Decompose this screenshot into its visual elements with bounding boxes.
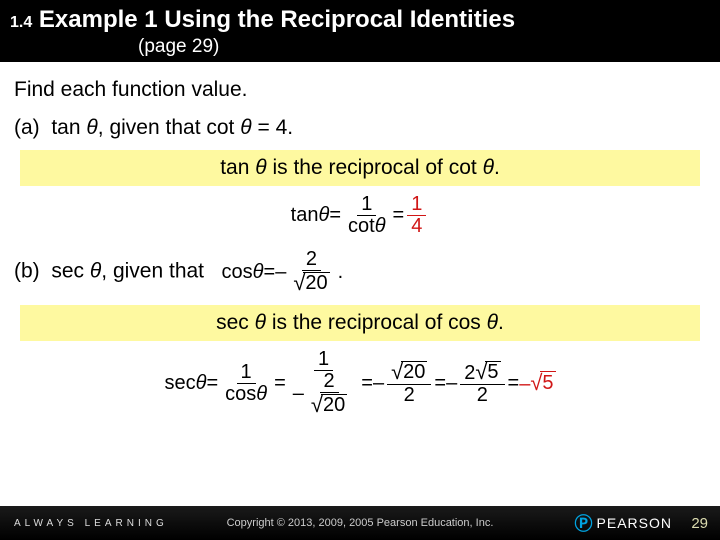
theta: θ	[86, 116, 97, 139]
section-number: 1.4	[10, 14, 32, 31]
page-number: 29	[691, 515, 708, 532]
copyright-text: Copyright © 2013, 2009, 2005 Pearson Edu…	[227, 517, 494, 529]
numerator: 2√5	[460, 360, 504, 385]
radicand: 20	[303, 272, 329, 294]
part-a-after: = 4.	[252, 116, 293, 139]
fraction: 1 cosθ	[221, 362, 271, 405]
negative-sign: –	[293, 382, 304, 404]
part-b: (b) sec θ, given that cosθ = – 2 √20 .	[14, 249, 706, 295]
pearson-logo: Ⓟ PEARSON	[575, 510, 672, 536]
equals: =	[206, 372, 218, 395]
final-result: –√5	[519, 370, 555, 396]
fraction: √20 2	[387, 360, 431, 406]
negative-sign: –	[446, 372, 457, 395]
fraction: 2 √20	[289, 249, 333, 295]
note-a-mid: is the reciprocal of cot	[267, 156, 483, 179]
fraction: 1 cotθ	[344, 194, 390, 237]
negative-sign: –	[275, 261, 286, 284]
inner-num: 2	[320, 371, 339, 393]
theta: θ	[90, 260, 101, 283]
sec-fn: sec	[164, 372, 195, 395]
cot-fn: cot	[348, 215, 375, 237]
slide-content: Find each function value. (a) tan θ, giv…	[0, 62, 720, 417]
radicand: 5	[540, 371, 555, 395]
equals: =	[264, 261, 276, 284]
instruction-text: Find each function value.	[14, 78, 706, 102]
part-b-fn1: sec	[51, 260, 84, 283]
fraction: 2√5 2	[460, 360, 504, 406]
inner-den: √20	[307, 393, 351, 417]
theta: θ	[375, 215, 386, 237]
cos-fn: cos	[225, 383, 256, 405]
fraction-result: 1 4	[407, 194, 426, 237]
negative-sign: –	[519, 373, 530, 395]
theta: θ	[483, 156, 494, 179]
radicand: 20	[321, 394, 347, 416]
slide-title: 1.4 Example 1 Using the Reciprocal Ident…	[10, 6, 710, 34]
tan-fn: tan	[291, 204, 319, 227]
title-text: Using the Reciprocal Identities	[164, 6, 515, 33]
period: .	[338, 261, 344, 284]
part-a-label: (a)	[14, 116, 40, 139]
page-reference: (page 29)	[138, 36, 710, 58]
note-a-before: tan	[220, 156, 255, 179]
equals: =	[361, 372, 373, 395]
always-learning-tagline: ALWAYS LEARNING	[14, 518, 168, 529]
part-a-fn1: tan	[51, 116, 80, 139]
denominator: √20	[289, 271, 333, 295]
denominator: –2√20	[289, 371, 358, 417]
highlight-b: sec θ is the reciprocal of cos θ.	[20, 305, 700, 341]
equals: =	[329, 204, 341, 227]
numerator: 1	[357, 194, 376, 216]
theta: θ	[253, 261, 264, 284]
sqrt: √20	[293, 271, 329, 294]
equation-a: tanθ = 1 cotθ = 1 4	[14, 194, 706, 237]
equals: =	[274, 372, 286, 395]
denominator: cosθ	[221, 384, 271, 405]
numerator: 2	[302, 249, 321, 271]
denominator: cotθ	[344, 216, 390, 237]
theta: θ	[196, 372, 207, 395]
equals: =	[393, 204, 405, 227]
theta: θ	[255, 311, 266, 334]
note-a-after: .	[494, 156, 500, 179]
radicand: 20	[401, 361, 427, 383]
theta: θ	[318, 204, 329, 227]
pearson-icon: Ⓟ	[575, 510, 593, 536]
note-b-mid: is the reciprocal of cos	[266, 311, 487, 334]
slide-footer: ALWAYS LEARNING Copyright © 2013, 2009, …	[0, 506, 720, 540]
denominator: 4	[407, 216, 426, 237]
theta: θ	[240, 116, 251, 139]
equals: =	[508, 372, 520, 395]
part-a-mid: , given that cot	[98, 116, 235, 139]
theta: θ	[255, 156, 266, 179]
highlight-a: tan θ is the reciprocal of cot θ.	[20, 150, 700, 186]
slide-header: 1.4 Example 1 Using the Reciprocal Ident…	[0, 0, 720, 62]
part-a: (a) tan θ, given that cot θ = 4.	[14, 116, 706, 140]
numerator: 1	[314, 349, 333, 371]
numerator: 1	[407, 194, 426, 216]
denominator: 2	[473, 385, 492, 406]
part-b-mid: , given that	[101, 260, 204, 283]
part-b-label: (b)	[14, 260, 40, 283]
numerator: √20	[387, 360, 431, 385]
equation-b: secθ = 1 cosθ = 1 –2√20 = – √20 2 = – 2√…	[14, 349, 706, 417]
cos-fn: cos	[222, 261, 253, 284]
numerator: 1	[237, 362, 256, 384]
negative-sign: –	[373, 372, 384, 395]
radicand: 5	[485, 361, 500, 383]
theta: θ	[256, 383, 267, 405]
equals: =	[434, 372, 446, 395]
note-b-before: sec	[216, 311, 255, 334]
coef: 2	[464, 362, 475, 384]
note-b-after: .	[498, 311, 504, 334]
theta: θ	[487, 311, 498, 334]
fraction: 1 –2√20	[289, 349, 358, 417]
denominator: 2	[400, 385, 419, 406]
brand-text: PEARSON	[597, 515, 672, 531]
example-label: Example 1	[39, 6, 158, 33]
